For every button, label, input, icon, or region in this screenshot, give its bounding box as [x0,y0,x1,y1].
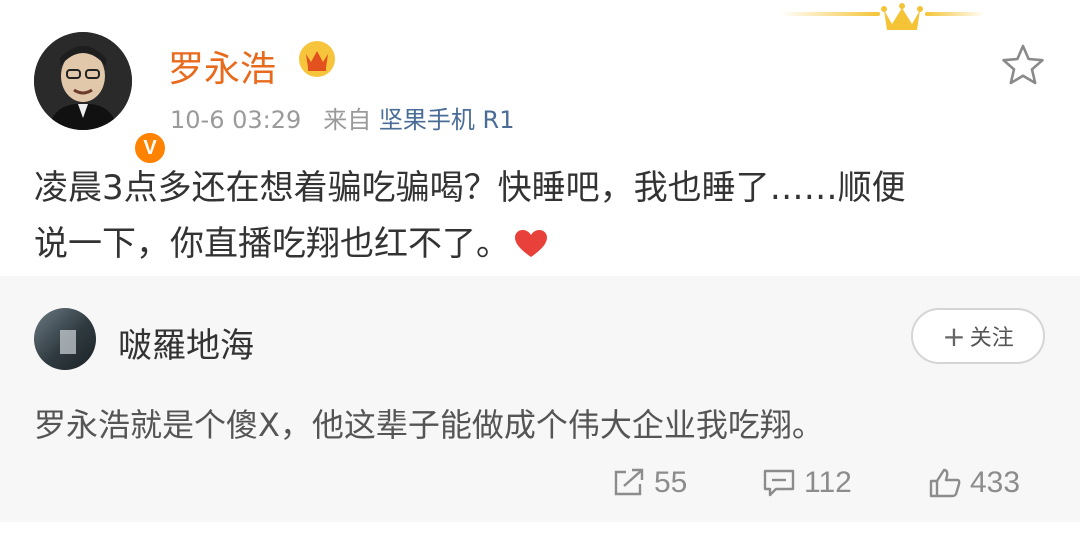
post-body-line2-wrap: 说一下，你直播吃翔也红不了。 [34,216,1044,272]
comment-count: 112 [804,466,852,499]
action-bar: 55 112 433 [0,458,1080,508]
post-body: 凌晨3点多还在想着骗吃骗喝？快睡吧，我也睡了……顺便 说一下，你直播吃翔也红不了… [34,160,1044,272]
repost-card[interactable]: 啵羅地海 + 关注 罗永浩就是个傻X，他这辈子能做成个伟大企业我吃翔。 55 1… [0,276,1080,522]
avatar-portrait [34,32,132,130]
comment-button[interactable]: 112 [762,458,852,508]
post-author-name[interactable]: 罗永浩 [168,40,276,92]
like-button[interactable]: 433 [928,458,1020,508]
like-count: 433 [970,466,1021,499]
weibo-screenshot: V 罗永浩 10-6 03:29 来自 坚果手机 R1 凌晨3点多还在想着骗吃骗喝… [0,0,1080,546]
post-header: V 罗永浩 10-6 03:29 来自 坚果手机 R1 [0,0,1080,166]
follow-button[interactable]: + 关注 [911,308,1045,364]
post-time: 10-6 03:29 [170,106,302,134]
comment-text: 罗永浩就是个傻X，他这辈子能做成个伟大企业我吃翔。 [34,406,824,444]
source-prefix: 来自 [323,106,372,134]
repost-icon [614,468,644,496]
comment-icon [763,469,795,497]
heart-icon [515,230,547,257]
post-meta: 10-6 03:29 来自 坚果手机 R1 [170,100,514,135]
commenter-avatar[interactable] [34,308,96,370]
star-icon[interactable] [1000,42,1046,88]
commenter-name[interactable]: 啵羅地海 [118,318,254,367]
plus-icon: + [942,319,966,353]
like-icon [929,468,961,498]
repost-count: 55 [654,466,688,499]
author-avatar[interactable]: V [34,32,168,166]
post-body-line2: 说一下，你直播吃翔也红不了。 [34,224,510,264]
source-link[interactable]: 坚果手机 R1 [379,106,515,134]
post-body-line1: 凌晨3点多还在想着骗吃骗喝？快睡吧，我也睡了……顺便 [34,168,906,208]
follow-label: 关注 [969,326,1014,351]
vip-crown-icon[interactable] [298,40,336,78]
repost-button[interactable]: 55 [612,458,687,508]
